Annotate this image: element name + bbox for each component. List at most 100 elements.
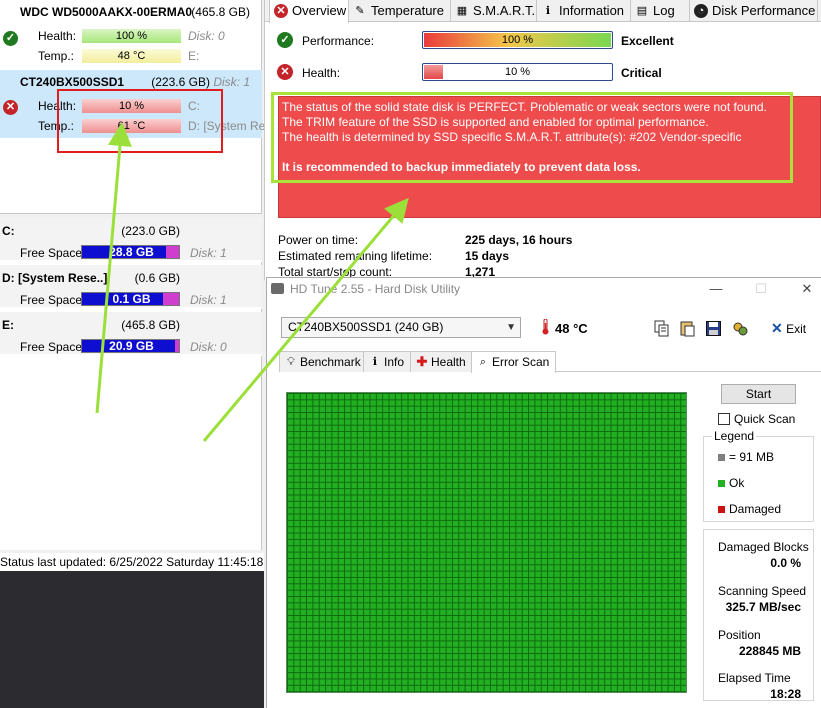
tab-health[interactable]: ✚ Health [410, 351, 473, 372]
elapsed-value: 18:28 [770, 687, 801, 701]
power-on-value: 225 days, 16 hours [465, 233, 573, 247]
minimize-button[interactable]: — [706, 280, 726, 298]
disk-index: Disk: 0 [188, 29, 225, 43]
legend-damaged-swatch [718, 506, 725, 513]
hard-disk-icon [271, 283, 284, 294]
options-icon[interactable] [732, 320, 749, 337]
exit-button[interactable]: ✕ Exit [771, 320, 806, 337]
disk-title: WDC WD5000AAKX-00ERMA0 [20, 5, 193, 19]
tab-overview[interactable]: ✕ Overview [269, 0, 349, 23]
tab-smart[interactable]: ▦ S.M.A.R.T. [451, 0, 537, 22]
hdtune-window: HD Tune 2.55 - Hard Disk Utility — ☐ ✕ C… [266, 277, 821, 708]
error-icon: ✕ [274, 4, 288, 18]
tab-disk-performance[interactable]: ◔ Disk Performance [690, 0, 818, 22]
bulb-icon: 💡︎ [287, 356, 295, 368]
health-verdict: Critical [621, 66, 662, 80]
error-scan-grid [286, 392, 687, 693]
health-cross-icon: ✚ [416, 354, 428, 369]
performance-bar: 100 % [422, 31, 613, 49]
tab-temperature[interactable]: ✎ Temperature [349, 0, 451, 22]
tab-error-scan[interactable]: ⌕ Error Scan [471, 351, 557, 373]
tab-info[interactable]: ℹ Info [363, 351, 412, 372]
partition-size: (465.8 GB) [121, 318, 180, 332]
log-icon: ▤ [636, 5, 648, 17]
damaged-blocks-label: Damaged Blocks [718, 540, 809, 554]
elapsed-label: Elapsed Time [718, 671, 791, 685]
partition-name: C: [2, 224, 15, 238]
position-value: 228845 MB [738, 644, 801, 658]
tab-information[interactable]: ℹ Information [537, 0, 631, 22]
hdtune-tabs: 💡︎ Benchmark ℹ Info ✚ Health ⌕ Error Sca… [279, 351, 821, 373]
partition-name: E: [2, 318, 14, 332]
chevron-down-icon: ▼ [506, 322, 516, 333]
overview-panel: ✕ Overview ✎ Temperature ▦ S.M.A.R.T. ℹ … [264, 0, 821, 280]
damaged-blocks-value: 0.0 % [770, 556, 801, 570]
hdtune-titlebar[interactable]: HD Tune 2.55 - Hard Disk Utility — ☐ ✕ [267, 278, 821, 300]
hdtune-toolbar: CT240BX500SSD1 (240 GB) ▼ 48 °C ✕ Exit [267, 314, 821, 344]
paste-icon[interactable] [679, 320, 696, 337]
health-bar: 100 % [82, 29, 181, 43]
scan-speed-label: Scanning Speed [718, 584, 807, 598]
position-label: Position [718, 628, 761, 642]
disk-item-wdc[interactable]: WDC WD5000AAKX-00ERMA0 (465.8 GB) ✓ Heal… [0, 0, 262, 68]
annotation-highlight-box [271, 92, 793, 183]
performance-label: Performance: [302, 34, 375, 48]
tab-log[interactable]: ▤ Log [631, 0, 690, 22]
quick-scan-label: Quick Scan [734, 412, 796, 426]
magnifier-icon: ⌕ [479, 356, 487, 368]
close-button[interactable]: ✕ [797, 280, 817, 298]
speedometer-icon: ◔ [694, 4, 708, 18]
desktop-background [0, 571, 264, 708]
legend-block-label: = 91 MB [729, 450, 775, 464]
partition-size: (0.6 GB) [134, 271, 180, 285]
tab-benchmark[interactable]: 💡︎ Benchmark [279, 351, 368, 372]
health-bar: 10 % [422, 63, 613, 81]
temp-label: Temp.: [38, 49, 75, 63]
drive-select[interactable]: CT240BX500SSD1 (240 GB) ▼ [281, 317, 521, 338]
partition-item[interactable]: E: (465.8 GB) Free Space 20.9 GB Disk: 0 [0, 312, 262, 356]
legend-damaged-label: Damaged [729, 502, 782, 516]
partition-item[interactable]: D: [System Rese..] (0.6 GB) Free Space 0… [0, 265, 262, 309]
copy-icon[interactable] [653, 320, 670, 337]
drive-letters: E: [188, 49, 200, 63]
partition-disk: Disk: 1 [190, 293, 227, 307]
thermometer-icon [542, 319, 549, 335]
status-bar: Status last updated: 6/25/2022 Saturday … [0, 553, 264, 571]
annotation-red-box [57, 89, 223, 153]
partition-list: C: (223.0 GB) Free Space 28.8 GB Disk: 1… [0, 218, 262, 550]
temperature-value: 48 °C [555, 321, 588, 336]
legend-title: Legend [712, 429, 757, 443]
quick-scan-checkbox[interactable] [718, 413, 730, 425]
lifetime-label: Estimated remaining lifetime: [278, 249, 433, 263]
info-icon: ℹ [545, 5, 551, 17]
free-space-label: Free Space [20, 246, 83, 260]
power-on-label: Power on time: [278, 233, 359, 247]
disk-size: (465.8 GB) [191, 5, 250, 19]
free-space-bar: 20.9 GB [81, 339, 180, 353]
free-space-bar: 28.8 GB [81, 245, 180, 259]
start-button[interactable]: Start [721, 384, 796, 404]
tab-strip: ✕ Overview ✎ Temperature ▦ S.M.A.R.T. ℹ … [265, 0, 821, 23]
error-x-icon: ✕ [3, 100, 18, 115]
error-x-icon: ✕ [277, 64, 293, 80]
partition-item[interactable]: C: (223.0 GB) Free Space 28.8 GB Disk: 1 [0, 218, 262, 262]
legend-ok-swatch [718, 480, 725, 487]
partition-disk: Disk: 1 [190, 246, 227, 260]
lifetime-value: 15 days [465, 249, 510, 263]
save-icon[interactable] [705, 320, 722, 337]
ok-check-icon: ✓ [277, 32, 293, 48]
temp-bar: 48 °C [82, 49, 181, 63]
smart-icon: ▦ [456, 5, 468, 17]
free-space-label: Free Space [20, 293, 83, 307]
health-label: Health: [302, 66, 341, 80]
scan-speed-value: 325.7 MB/sec [725, 600, 801, 614]
legend-group: Legend = 91 MB Ok Damaged [703, 429, 814, 522]
free-space-label: Free Space [20, 340, 83, 354]
info-icon: ℹ [372, 356, 378, 368]
partition-size: (223.0 GB) [121, 224, 180, 238]
window-title: HD Tune 2.55 - Hard Disk Utility [290, 282, 461, 296]
health-label: Health: [38, 29, 77, 43]
disk-title: CT240BX500SSD1 [20, 75, 125, 89]
ok-check-icon: ✓ [3, 31, 18, 46]
maximize-button[interactable]: ☐ [751, 280, 771, 298]
